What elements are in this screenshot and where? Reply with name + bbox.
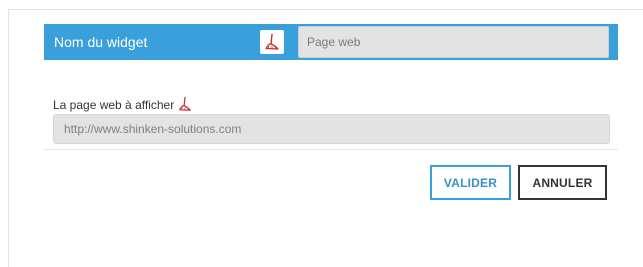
reset-widget-name-button[interactable] (260, 30, 284, 54)
broom-icon[interactable] (177, 96, 193, 112)
widget-name-input[interactable] (298, 26, 609, 58)
broom-icon (265, 33, 279, 50)
cancel-button[interactable]: ANNULER (518, 165, 607, 200)
divider (44, 149, 618, 150)
widget-name-label: Nom du widget (54, 34, 148, 50)
url-field-label-row: La page web à afficher (53, 96, 193, 112)
validate-button[interactable]: VALIDER (430, 165, 511, 200)
url-field-label: La page web à afficher (53, 98, 175, 112)
widget-name-row: Nom du widget (44, 24, 618, 60)
url-input[interactable] (53, 114, 610, 144)
